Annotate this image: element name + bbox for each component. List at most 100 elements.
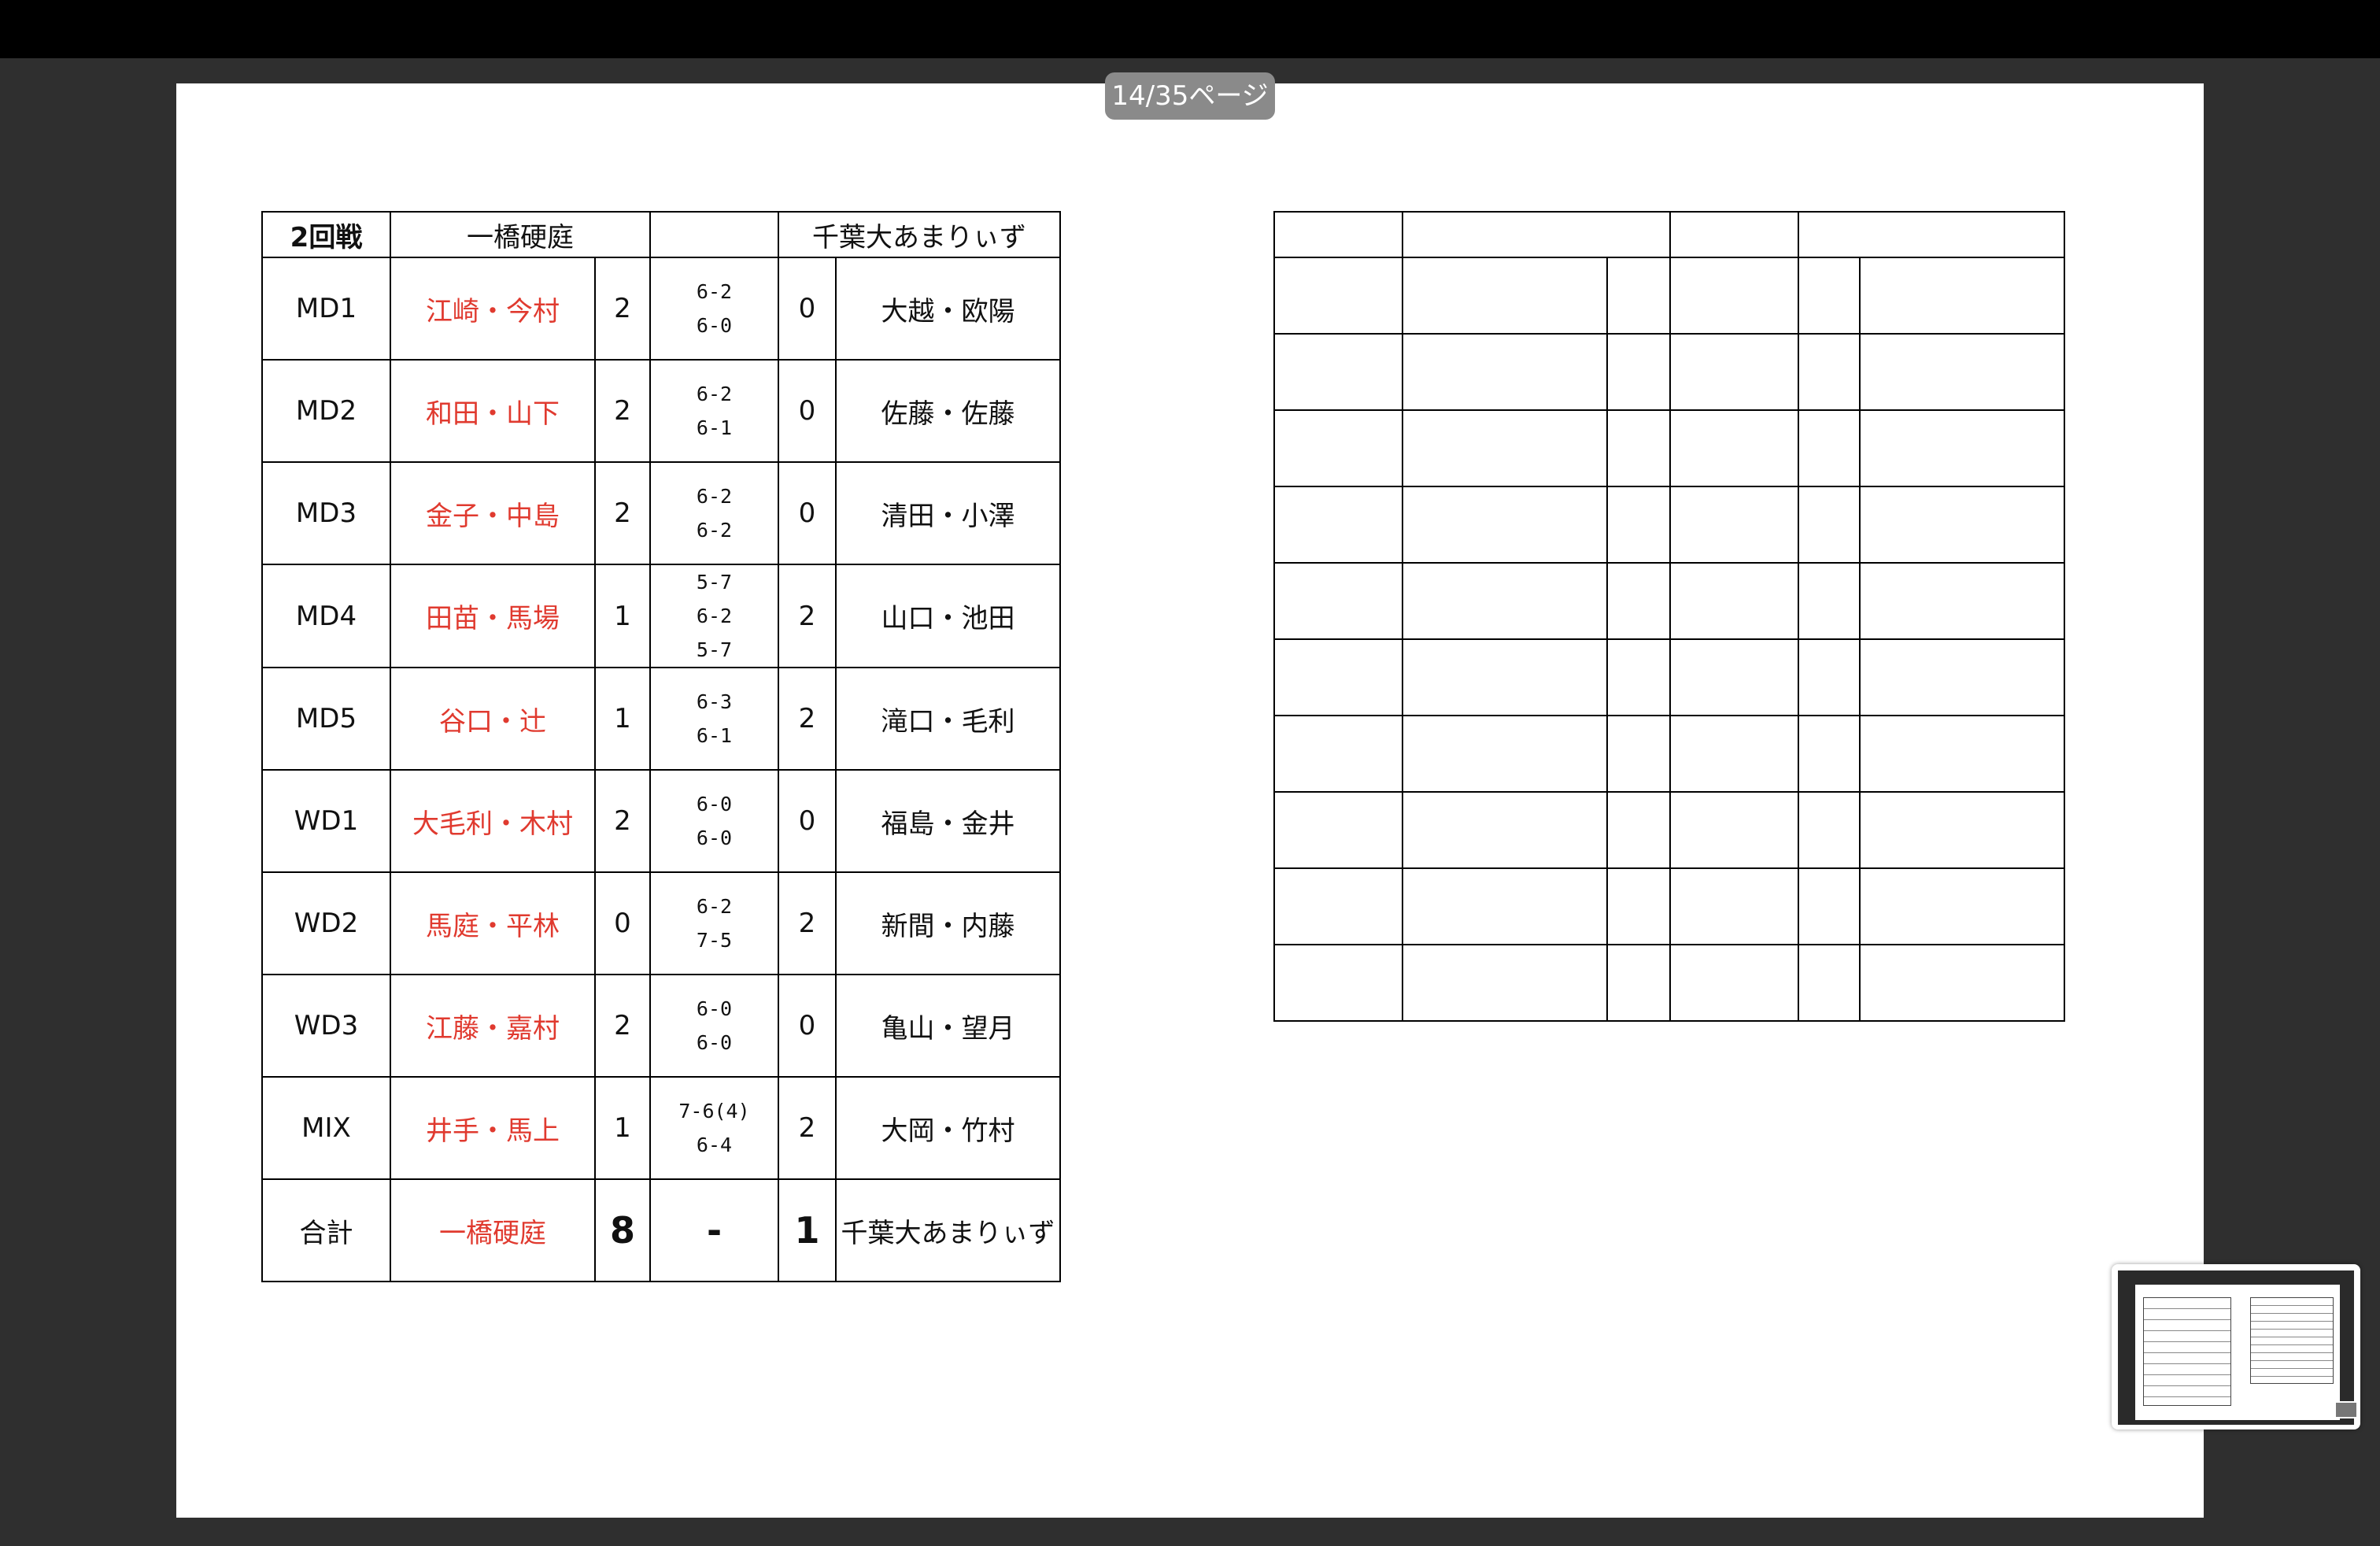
- blank-cell: [1798, 867, 1861, 945]
- set-scores: 6-2 6-1: [649, 359, 779, 463]
- page-indicator: 14/35ページ: [1105, 72, 1275, 120]
- blank-row: [1273, 257, 2065, 335]
- total-row: 合計 一橋硬庭 8-1 千葉大あまりぃず: [261, 1178, 1061, 1282]
- blank-cell: [1669, 257, 1799, 335]
- away-sets-won: 2: [778, 1076, 837, 1180]
- set-scores: 6-0 6-0: [649, 769, 779, 873]
- event-label: WD2: [261, 871, 391, 975]
- blank-cell: [1606, 409, 1671, 487]
- blank-cell: [1859, 562, 2065, 640]
- home-pair: 金子・中島: [390, 461, 596, 565]
- blank-cell: [1669, 211, 1799, 258]
- blank-cell: [1606, 638, 1671, 716]
- blank-row: [1273, 562, 2065, 640]
- blank-cell: [1798, 562, 1861, 640]
- home-pair: 馬庭・平林: [390, 871, 596, 975]
- thumbnail-page: [2135, 1285, 2340, 1420]
- match-row: MD3 金子・中島 2 6-2 6-2 0 清田・小澤: [261, 461, 1061, 565]
- blank-cell: [1798, 211, 2065, 258]
- blank-cell: [1669, 944, 1799, 1022]
- set-score: 7-5: [696, 929, 733, 952]
- away-sets-won: 2: [778, 564, 837, 668]
- blank-cell: [1798, 944, 1861, 1022]
- round-label: 2回戦: [261, 211, 391, 258]
- set-score: 6-4: [696, 1134, 733, 1156]
- total-separator: -: [649, 1178, 779, 1282]
- thumbnail-results-table: [2143, 1297, 2231, 1406]
- set-scores: 6-0 6-0: [649, 974, 779, 1078]
- blank-cell: [1798, 638, 1861, 716]
- blank-cell: [1859, 257, 2065, 335]
- home-sets-won: 1: [594, 1076, 651, 1180]
- set-score: 6-0: [696, 793, 733, 816]
- blank-cell: [1273, 257, 1403, 335]
- blank-cell: [1798, 257, 1861, 335]
- match-row: MD5 谷口・辻 1 6-3 6-1 2 滝口・毛利: [261, 667, 1061, 771]
- match-row: MD4 田苗・馬場 1 5-7 6-2 5-7 2 山口・池田: [261, 564, 1061, 668]
- away-pair: 福島・金井: [835, 769, 1061, 873]
- home-sets-won: 2: [594, 461, 651, 565]
- set-score: 6-0: [696, 997, 733, 1020]
- set-scores: 7-6(4) 6-4: [649, 1076, 779, 1180]
- blank-cell: [1859, 409, 2065, 487]
- home-pair: 和田・山下: [390, 359, 596, 463]
- set-score: 6-2: [696, 280, 733, 303]
- blank-cell: [1798, 333, 1861, 411]
- total-away-team: 千葉大あまりぃず: [835, 1178, 1061, 1282]
- page-navigator-thumbnail[interactable]: [2112, 1264, 2360, 1429]
- blank-cell: [1859, 715, 2065, 793]
- away-sets-won: 0: [778, 257, 837, 361]
- blank-cell: [1273, 638, 1403, 716]
- event-label: MD1: [261, 257, 391, 361]
- results-header-row: 2回戦 一橋硬庭 千葉大あまりぃず: [261, 211, 1061, 258]
- away-pair: 新間・内藤: [835, 871, 1061, 975]
- blank-cell: [1606, 486, 1671, 564]
- home-sets-won: 0: [594, 871, 651, 975]
- blank-cell: [1606, 944, 1671, 1022]
- event-label: WD3: [261, 974, 391, 1078]
- blank-row: [1273, 333, 2065, 411]
- set-score: 6-1: [696, 416, 733, 439]
- away-pair: 佐藤・佐藤: [835, 359, 1061, 463]
- away-team-header: 千葉大あまりぃず: [778, 211, 1061, 258]
- set-scores: 6-2 7-5: [649, 871, 779, 975]
- blank-row: [1273, 791, 2065, 869]
- score-header: [649, 211, 779, 258]
- home-pair: 谷口・辻: [390, 667, 596, 771]
- blank-cell: [1402, 333, 1608, 411]
- away-pair: 亀山・望月: [835, 974, 1061, 1078]
- set-score: 6-0: [696, 314, 733, 337]
- blank-cell: [1606, 715, 1671, 793]
- blank-cell: [1798, 409, 1861, 487]
- blank-cell: [1859, 333, 2065, 411]
- blank-cell: [1798, 715, 1861, 793]
- away-pair: 大越・欧陽: [835, 257, 1061, 361]
- away-sets-won: 0: [778, 359, 837, 463]
- blank-cell: [1606, 257, 1671, 335]
- away-pair: 清田・小澤: [835, 461, 1061, 565]
- blank-cell: [1669, 562, 1799, 640]
- away-pair: 山口・池田: [835, 564, 1061, 668]
- set-score: 6-1: [696, 724, 733, 747]
- match-row: MIX 井手・馬上 1 7-6(4) 6-4 2 大岡・竹村: [261, 1076, 1061, 1180]
- blank-score-table: [1273, 211, 2065, 1022]
- blank-cell: [1798, 791, 1861, 869]
- blank-cell: [1669, 486, 1799, 564]
- event-label: MD2: [261, 359, 391, 463]
- thumbnail-viewport-indicator[interactable]: [2334, 1401, 2358, 1418]
- total-home-wins: 8: [594, 1178, 651, 1282]
- blank-header-row: [1273, 211, 2065, 258]
- match-row: MD2 和田・山下 2 6-2 6-1 0 佐藤・佐藤: [261, 359, 1061, 463]
- home-team-header: 一橋硬庭: [390, 211, 651, 258]
- blank-cell: [1669, 333, 1799, 411]
- away-sets-won: 0: [778, 461, 837, 565]
- home-sets-won: 2: [594, 769, 651, 873]
- blank-cell: [1669, 638, 1799, 716]
- set-scores: 6-2 6-2: [649, 461, 779, 565]
- blank-cell: [1859, 486, 2065, 564]
- event-label: MD4: [261, 564, 391, 668]
- away-sets-won: 2: [778, 871, 837, 975]
- set-scores: 6-2 6-0: [649, 257, 779, 361]
- thumbnail-blank-table: [2250, 1297, 2334, 1384]
- blank-cell: [1402, 409, 1608, 487]
